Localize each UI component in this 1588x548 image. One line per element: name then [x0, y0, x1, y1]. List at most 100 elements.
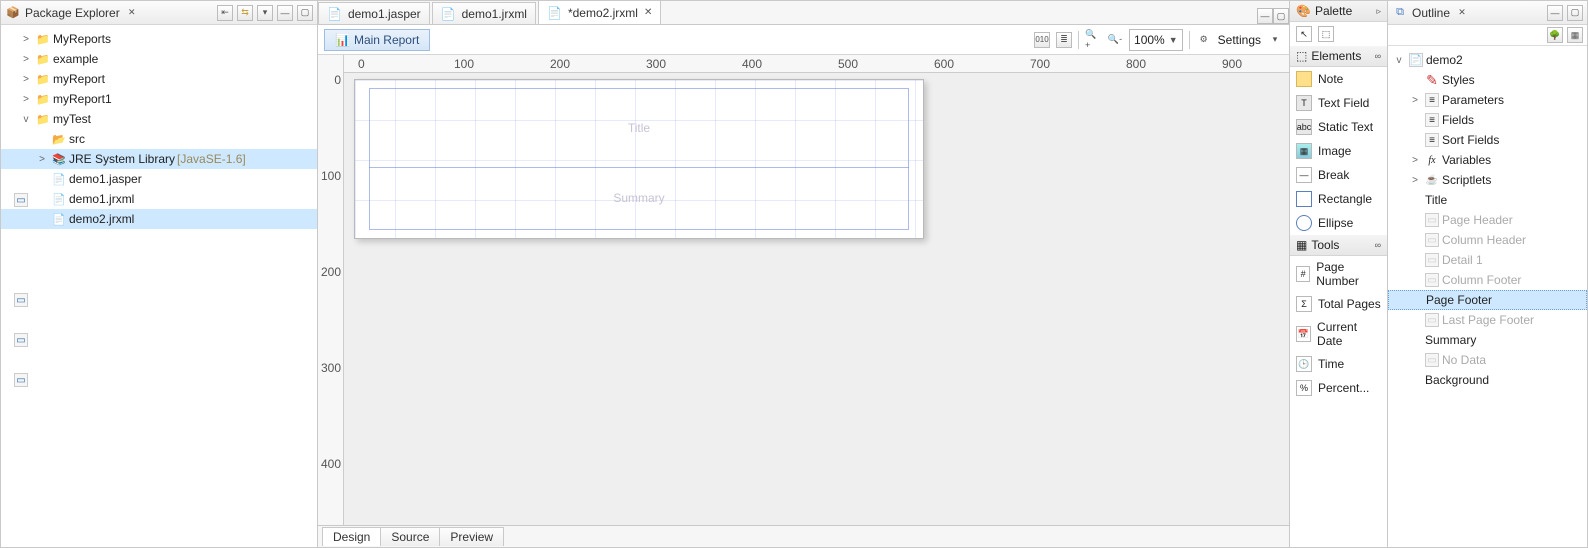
close-tab-icon[interactable]: ✕ — [644, 7, 652, 18]
palette-item[interactable]: ▦Image — [1290, 139, 1387, 163]
palette-header[interactable]: 🎨 Palette ▹ — [1290, 1, 1387, 22]
design-tab[interactable]: Design — [322, 527, 381, 546]
outline-item[interactable]: ▭Background — [1388, 370, 1587, 390]
package-explorer-tree[interactable]: >📁MyReports>📁example>📁myReport>📁myReport… — [1, 25, 317, 547]
collapse-all-icon[interactable]: ⇤ — [217, 5, 233, 21]
zoom-out-icon[interactable]: 🔍- — [1107, 32, 1123, 48]
link-editor-icon[interactable]: ⇆ — [237, 5, 253, 21]
outline-tree[interactable]: v📄demo2✎Styles>≡Parameters≡Fields≡Sort F… — [1388, 46, 1587, 547]
palette-item[interactable]: —Break — [1290, 163, 1387, 187]
summary-band[interactable]: Summary — [369, 168, 909, 228]
palette-item[interactable]: Ellipse — [1290, 211, 1387, 235]
tree-item-label: demo2.jrxml — [69, 212, 134, 226]
tree-item[interactable]: >📁myReport1 — [1, 89, 317, 109]
minimize-editor-icon[interactable]: — — [1257, 8, 1273, 24]
palette-tool[interactable]: ΣTotal Pages — [1290, 292, 1387, 316]
outline-item[interactable]: >fxVariables — [1388, 150, 1587, 170]
maximize-icon[interactable]: ▢ — [1567, 5, 1583, 21]
tree-item[interactable]: 📄demo1.jrxml — [1, 189, 317, 209]
chevron-icon: ∞ — [1375, 240, 1381, 250]
outline-tree-mode-icon[interactable]: 🌳 — [1547, 27, 1563, 43]
tree-item[interactable]: v📁myTest — [1, 109, 317, 129]
settings-menu-icon[interactable]: ▾ — [1267, 32, 1283, 48]
file-icon: 📄 — [441, 7, 456, 21]
outline-item[interactable]: v📄demo2 — [1388, 50, 1587, 70]
pointer-tool-icon[interactable]: ↖ — [1296, 26, 1312, 42]
outline-item[interactable]: ▭Last Page Footer — [1388, 310, 1587, 330]
source-tab[interactable]: Source — [380, 527, 440, 546]
twisty-icon[interactable]: > — [1408, 95, 1422, 106]
close-view-icon[interactable]: ✕ — [124, 5, 140, 21]
elements-header[interactable]: ⬚ Elements ∞ — [1290, 46, 1387, 67]
view-menu-icon[interactable]: ▾ — [257, 5, 273, 21]
tree-item[interactable]: 📂src — [1, 129, 317, 149]
maximize-editor-icon[interactable]: ▢ — [1273, 8, 1289, 24]
outline-item[interactable]: >☕Scriptlets — [1388, 170, 1587, 190]
palette-tool[interactable]: %Percent... — [1290, 376, 1387, 400]
outline-item[interactable]: ▭Page Footer — [1388, 290, 1587, 310]
outline-item[interactable]: ✎Styles — [1388, 70, 1587, 90]
folder-icon: 📂 — [51, 131, 67, 147]
outline-item[interactable]: ▭No Data — [1388, 350, 1587, 370]
settings-icon[interactable]: ⚙ — [1196, 32, 1212, 48]
ruler-tick: 300 — [321, 361, 341, 375]
outline-item[interactable]: ▭Column Footer — [1388, 270, 1587, 290]
tree-item[interactable]: >📚JRE System Library [JavaSE-1.6] — [1, 149, 317, 169]
outline-item[interactable]: ▭Page Header — [1388, 210, 1587, 230]
marquee-tool-icon[interactable]: ⬚ — [1318, 26, 1334, 42]
tree-item[interactable]: >📁myReport — [1, 69, 317, 89]
close-view-icon[interactable]: ✕ — [1454, 5, 1470, 21]
twisty-icon[interactable]: v — [1392, 55, 1406, 66]
settings-label[interactable]: Settings — [1218, 33, 1261, 47]
tools-header[interactable]: ▦ Tools ∞ — [1290, 235, 1387, 256]
minimize-icon[interactable]: — — [1547, 5, 1563, 21]
dataset-icon[interactable]: 010 — [1034, 32, 1050, 48]
tree-item[interactable]: 📄demo1.jasper — [1, 169, 317, 189]
twisty-icon[interactable]: > — [19, 74, 33, 85]
twisty-icon[interactable]: > — [19, 94, 33, 105]
editor-tab-active[interactable]: 📄*demo2.jrxml✕ — [538, 0, 661, 24]
palette-tool[interactable]: 📅Current Date — [1290, 316, 1387, 352]
design-canvas[interactable]: Title Summary — [344, 73, 1289, 525]
outline-item[interactable]: >≡Parameters — [1388, 90, 1587, 110]
outline-item[interactable]: ▭Summary — [1388, 330, 1587, 350]
outline-item-label: Page Header — [1442, 213, 1513, 227]
outline-item[interactable]: ▭Title — [1388, 190, 1587, 210]
palette-item[interactable]: TText Field — [1290, 91, 1387, 115]
zoom-in-icon[interactable]: 🔍+ — [1085, 32, 1101, 48]
twisty-icon[interactable]: > — [1408, 175, 1422, 186]
twisty-icon[interactable]: > — [1408, 155, 1422, 166]
palette-tool[interactable]: 🕒Time — [1290, 352, 1387, 376]
report-canvas[interactable]: 0100200300400 01002003004005006007008009… — [318, 55, 1289, 525]
twisty-icon[interactable]: > — [35, 154, 49, 165]
palette-tool[interactable]: #Page Number — [1290, 256, 1387, 292]
title-band[interactable]: Title — [369, 88, 909, 168]
outline-item[interactable]: ≡Fields — [1388, 110, 1587, 130]
tree-item-label: myReport1 — [53, 92, 112, 106]
outline-item[interactable]: ≡Sort Fields — [1388, 130, 1587, 150]
editor-tab[interactable]: 📄demo1.jrxml — [432, 2, 536, 24]
palette-item[interactable]: abcStatic Text — [1290, 115, 1387, 139]
twisty-icon[interactable]: v — [19, 114, 33, 125]
palette-item[interactable]: Note — [1290, 67, 1387, 91]
outline-item[interactable]: ▭Detail 1 — [1388, 250, 1587, 270]
zoom-combo[interactable]: 100% ▼ — [1129, 29, 1183, 51]
outline-item[interactable]: ▭Column Header — [1388, 230, 1587, 250]
main-report-button[interactable]: 📊 Main Report — [324, 29, 430, 51]
preview-tab[interactable]: Preview — [439, 527, 504, 546]
editor-tab[interactable]: 📄demo1.jasper — [318, 2, 430, 24]
report-page[interactable]: Title Summary — [354, 79, 924, 239]
outline-thumb-mode-icon[interactable]: ▦ — [1567, 27, 1583, 43]
minimize-icon[interactable]: — — [277, 5, 293, 21]
tree-item[interactable]: >📁MyReports — [1, 29, 317, 49]
outline-item-label: Page Footer — [1426, 293, 1492, 307]
twisty-icon[interactable]: > — [19, 54, 33, 65]
tree-item[interactable]: 📄demo2.jrxml — [1, 209, 317, 229]
layout-icon[interactable]: ≣ — [1056, 32, 1072, 48]
tree-item-label: MyReports — [53, 32, 111, 46]
palette-item[interactable]: Rectangle — [1290, 187, 1387, 211]
chevron-down-icon: ▼ — [1169, 35, 1178, 45]
maximize-icon[interactable]: ▢ — [297, 5, 313, 21]
twisty-icon[interactable]: > — [19, 34, 33, 45]
tree-item[interactable]: >📁example — [1, 49, 317, 69]
